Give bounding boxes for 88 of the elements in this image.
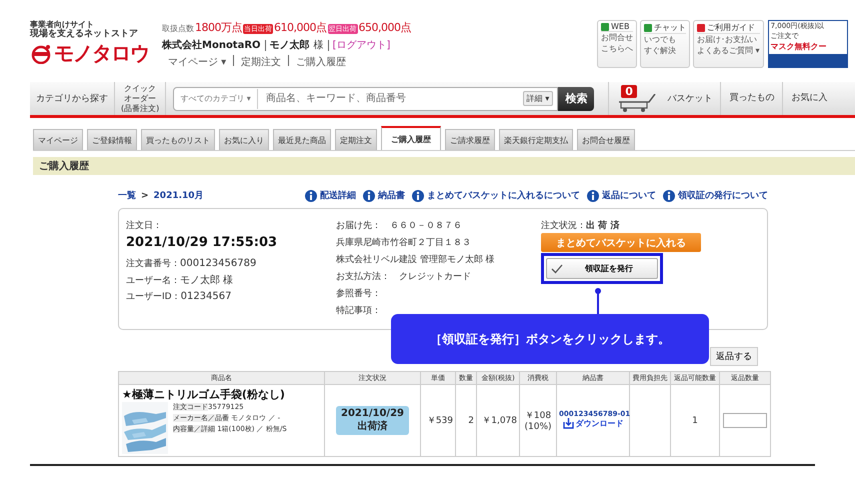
delivery-info: 特記事項： — [336, 304, 382, 317]
stats-value: 650,000点 — [358, 20, 411, 35]
info-icon — [305, 190, 317, 202]
delivery-info: 参照番号： — [336, 288, 382, 300]
order-field: ユーザー名：モノ太郎 様 — [126, 273, 336, 287]
breadcrumb-link[interactable]: 一覧 — [118, 189, 136, 202]
header-link[interactable]: ご購入履歴 — [296, 55, 346, 69]
info-link[interactable]: 領収証の発行について — [663, 189, 768, 202]
company-name: 株式会社MonotaRO — [162, 38, 261, 52]
tab[interactable]: 買ったものリスト — [141, 129, 215, 150]
logo[interactable]: モノタロウ — [54, 40, 149, 67]
detail-dropdown[interactable]: 詳細 ▾ — [522, 91, 554, 106]
download-icon — [562, 418, 574, 428]
return-button[interactable]: 返品する — [710, 347, 758, 366]
info-link[interactable]: 納品書 — [363, 189, 405, 202]
honorific: 様 — [314, 38, 324, 52]
table-cell: ￥1,078 — [476, 384, 520, 456]
help-title: チャット — [654, 22, 686, 33]
tab[interactable]: マイページ — [33, 129, 83, 150]
nav-link[interactable]: お気に入 — [782, 82, 836, 115]
basket-link[interactable]: バスケット — [659, 92, 720, 105]
order-date-label: 注文日： — [126, 220, 163, 232]
help-text: すぐ解決 — [644, 45, 677, 56]
breadcrumb-current: 2021.10月 — [154, 190, 204, 202]
tab[interactable]: お気に入り — [219, 129, 269, 150]
stats-value: 610,000点 — [274, 20, 326, 35]
table-cell: ￥539 — [420, 384, 456, 456]
tab[interactable]: 定期注文 — [335, 129, 377, 150]
tab[interactable]: 最近見た商品 — [273, 129, 331, 150]
tab[interactable]: 楽天銀行定期支払 — [499, 129, 573, 150]
delivery-info: 株式会社リベル建設 管理部モノ太郎 様 — [336, 254, 496, 266]
download-link[interactable]: ダウンロード — [562, 418, 624, 428]
info-icon — [412, 190, 424, 202]
status-badge: 2021/10/29 出荷済 — [336, 406, 409, 435]
search-field[interactable]: すべてのカテゴリ ▾ 商品名、キーワード、商品番号 詳細 ▾ — [173, 86, 558, 110]
logout-link[interactable]: [ログアウト] — [332, 38, 390, 52]
tab[interactable]: ご登録情報 — [87, 129, 137, 150]
order-status: 出 荷 済 — [586, 219, 620, 232]
table-cell: 2 — [456, 384, 476, 456]
issue-receipt-button[interactable]: 領収証を発行 — [546, 258, 658, 279]
category-menu[interactable]: カテゴリから探す — [30, 82, 115, 115]
tagline: 事業者向けサイト — [30, 20, 95, 29]
nav-link[interactable]: 買ったもの — [720, 82, 782, 115]
header-link[interactable]: マイページ ▾ — [168, 55, 226, 69]
order-field: 注文書番号：000123456789 — [126, 257, 336, 270]
help-title: ご利用ガイド — [707, 22, 755, 33]
help-text: よくあるご質問 ▾ — [697, 45, 760, 56]
basket-count: 0 — [621, 85, 637, 98]
delivery-info: 兵庫県尼崎市竹谷町２丁目１８３ — [336, 236, 472, 249]
help-text: こちらへ — [601, 43, 633, 54]
help-text: いつでも — [644, 34, 677, 45]
order-date: 2021/10/29 17:55:03 — [126, 235, 278, 250]
info-link[interactable]: まとめてバスケットに入れるについて — [412, 189, 580, 202]
table-cell: 1 — [670, 384, 720, 456]
delivery-info: お支払方法： クレジットカード — [336, 270, 472, 283]
tab[interactable]: お問合せ履歴 — [577, 129, 635, 150]
info-icon — [663, 190, 675, 202]
section-title: ご購入履歴 — [39, 160, 89, 173]
tab[interactable]: ご購入履歴 — [381, 126, 441, 150]
help-text: お問合せ — [601, 32, 633, 43]
delivery-info: お届け先： ６６０－０８７６ — [336, 220, 463, 232]
callout-text: ［領収証を発行］ボタンをクリックします。 — [430, 330, 670, 348]
help-text: お届け･お支払い — [697, 34, 758, 45]
stats-label: 取扱点数 — [162, 23, 194, 34]
help-button[interactable]: チャット いつでも すぐ解決 — [640, 20, 690, 68]
mascot-icon — [30, 44, 52, 64]
user-name: モノ太郎 — [270, 38, 310, 52]
help-button[interactable]: ご利用ガイド お届け･お支払い よくあるご質問 ▾ — [693, 20, 764, 68]
info-link[interactable]: 返品について — [587, 189, 656, 202]
stats-value: 1800万点 — [195, 20, 242, 35]
promo-text: マスク無料クー — [770, 41, 828, 52]
tagline: 現場を支えるネットストア — [30, 29, 139, 40]
help-title: WEB — [611, 22, 630, 31]
info-link[interactable]: 配送詳細 — [305, 189, 356, 202]
breadcrumb-separator: > — [141, 190, 149, 200]
order-field: ユーザーID：01234567 — [126, 290, 336, 303]
product-name[interactable]: ★極薄ニトリルゴム手袋(粉なし) — [122, 388, 285, 401]
return-quantity-field[interactable] — [723, 413, 767, 428]
help-button[interactable]: WEB お問合せ こちらへ — [597, 20, 637, 68]
status-label: 注文状況： — [541, 220, 586, 232]
search-button[interactable]: 検索 — [558, 86, 594, 110]
table-cell: ￥108 (10%) — [520, 384, 556, 456]
info-icon — [363, 190, 375, 202]
check-icon — [551, 264, 563, 274]
header-link[interactable]: 定期注文 — [241, 55, 282, 69]
quick-order-button[interactable]: クイック オーダー (品番注文) — [115, 82, 166, 115]
tab[interactable]: ご請求履歴 — [445, 129, 495, 150]
info-icon — [587, 190, 599, 202]
